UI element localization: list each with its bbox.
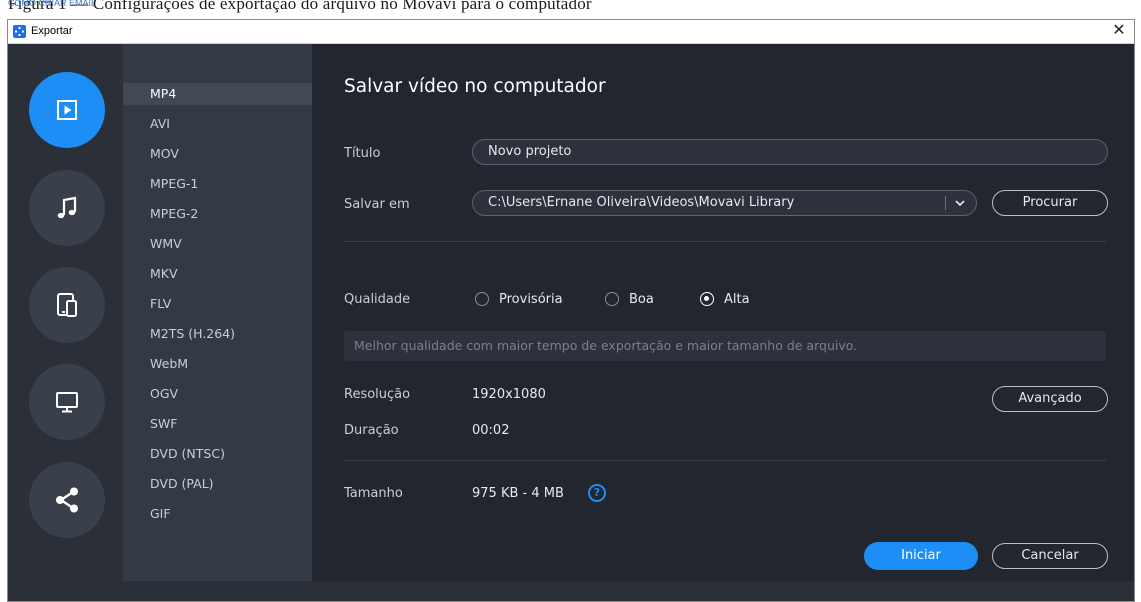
quality-hint: Melhor qualidade com maior tempo de expo…	[344, 331, 1106, 361]
quality-option-label: Provisória	[499, 291, 563, 307]
format-item-m2ts[interactable]: M2TS (H.264)	[123, 323, 312, 345]
play-icon	[57, 100, 77, 120]
quality-option-provisoria[interactable]: Provisória	[475, 290, 563, 308]
format-item-dvd-ntsc[interactable]: DVD (NTSC)	[123, 443, 312, 465]
format-item-gif[interactable]: GIF	[123, 503, 312, 525]
dialog-title: Exportar	[31, 25, 73, 37]
format-list: MP4 AVI MOV MPEG-1 MPEG-2 WMV MKV FLV M2…	[123, 44, 312, 581]
size-value: 975 KB - 4 MB	[472, 486, 564, 501]
background-link-text: COMO CRIAR EMAIL	[8, 0, 97, 8]
monitor-icon	[56, 392, 78, 413]
chevron-down-icon[interactable]	[951, 191, 969, 215]
export-dialog: Exportar ✕ MP4 AVI MOV MPEG-1 MPEG-2 WMV…	[7, 19, 1135, 602]
save-location-combobox[interactable]: C:\Users\Ernane Oliveira\Videos\Movavi L…	[472, 190, 977, 216]
music-note-icon	[57, 196, 77, 219]
dialog-footer	[8, 581, 1134, 601]
section-divider	[344, 460, 1106, 461]
title-input[interactable]: Novo projeto	[472, 139, 1108, 165]
radio-circle-checked	[700, 292, 714, 306]
rail-tv-button[interactable]	[29, 364, 105, 440]
format-item-webm[interactable]: WebM	[123, 353, 312, 375]
share-icon	[56, 487, 78, 513]
format-item-flv[interactable]: FLV	[123, 293, 312, 315]
save-location-label: Salvar em	[344, 197, 410, 212]
rail-video-button[interactable]	[29, 72, 105, 148]
duration-label: Duração	[344, 423, 399, 438]
quality-option-label: Alta	[724, 291, 750, 307]
browse-button[interactable]: Procurar	[992, 190, 1108, 216]
format-item-mkv[interactable]: MKV	[123, 263, 312, 285]
dialog-titlebar: Exportar ✕	[8, 20, 1134, 44]
combobox-separator	[945, 196, 946, 210]
start-button[interactable]: Iniciar	[864, 542, 978, 570]
advanced-button[interactable]: Avançado	[992, 386, 1108, 412]
resolution-label: Resolução	[344, 387, 411, 402]
app-logo-icon	[13, 25, 26, 38]
quality-option-boa[interactable]: Boa	[605, 290, 654, 308]
background-document-strip: Figura 1 — Configurações de exportação d…	[0, 0, 1141, 19]
resolution-value: 1920x1080	[472, 387, 546, 402]
rail-audio-button[interactable]	[29, 170, 105, 246]
format-item-swf[interactable]: SWF	[123, 413, 312, 435]
radio-circle	[475, 292, 489, 306]
duration-value: 00:02	[472, 423, 510, 438]
export-settings-panel: Salvar vídeo no computador Título Novo p…	[312, 44, 1134, 581]
close-icon[interactable]: ✕	[1110, 21, 1128, 41]
title-label: Título	[344, 146, 381, 161]
format-item-dvd-pal[interactable]: DVD (PAL)	[123, 473, 312, 495]
format-item-avi[interactable]: AVI	[123, 113, 312, 135]
format-item-ogv[interactable]: OGV	[123, 383, 312, 405]
cancel-button[interactable]: Cancelar	[992, 543, 1108, 569]
format-item-wmv[interactable]: WMV	[123, 233, 312, 255]
radio-circle	[605, 292, 619, 306]
quality-option-alta[interactable]: Alta	[700, 290, 750, 308]
quality-option-label: Boa	[629, 291, 654, 307]
page-title: Salvar vídeo no computador	[344, 76, 606, 97]
save-location-path: C:\Users\Ernane Oliveira\Videos\Movavi L…	[488, 195, 795, 210]
help-icon[interactable]: ?	[588, 484, 606, 502]
export-category-rail	[8, 44, 123, 581]
quality-label: Qualidade	[344, 292, 411, 307]
section-divider	[344, 241, 1106, 242]
rail-share-button[interactable]	[29, 462, 105, 538]
format-item-mp4[interactable]: MP4	[123, 83, 312, 105]
format-item-mpeg2[interactable]: MPEG-2	[123, 203, 312, 225]
devices-icon	[57, 293, 77, 317]
format-item-mpeg1[interactable]: MPEG-1	[123, 173, 312, 195]
rail-devices-button[interactable]	[29, 267, 105, 343]
format-item-mov[interactable]: MOV	[123, 143, 312, 165]
size-label: Tamanho	[344, 486, 403, 501]
